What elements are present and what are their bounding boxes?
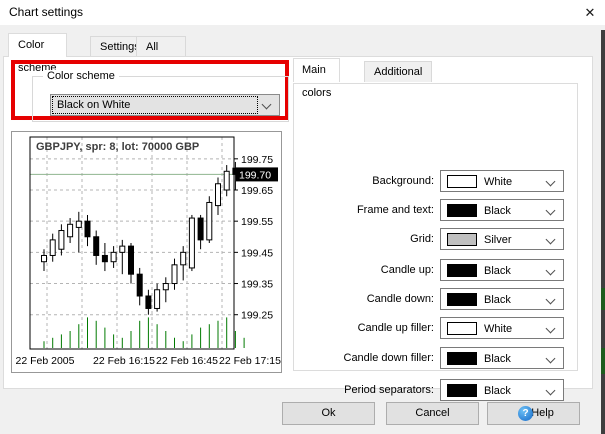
tab-main-colors[interactable]: Main colors bbox=[293, 58, 340, 82]
candle-up-filler-label: Candle up filler: bbox=[294, 317, 434, 339]
candle-down-filler-label: Candle down filler: bbox=[294, 347, 434, 369]
period-separators-label: Period separators: bbox=[294, 379, 434, 401]
candle-down-color-swatch bbox=[447, 293, 477, 306]
svg-text:22 Feb 16:15: 22 Feb 16:15 bbox=[93, 355, 155, 367]
svg-text:199.55: 199.55 bbox=[241, 216, 273, 228]
chevron-down-icon[interactable] bbox=[546, 235, 556, 245]
tab-color-scheme[interactable]: Color scheme bbox=[8, 33, 67, 57]
candle-down-filler-dropdown[interactable]: Black bbox=[440, 347, 564, 369]
svg-text:22 Feb 16:45: 22 Feb 16:45 bbox=[156, 355, 218, 367]
chevron-down-icon[interactable] bbox=[546, 295, 556, 305]
candle-up-dropdown-value: Black bbox=[484, 263, 511, 279]
candle-down-filler-color-swatch bbox=[447, 352, 477, 365]
background-window-edge bbox=[601, 30, 605, 434]
background-dropdown[interactable]: White bbox=[440, 170, 564, 192]
svg-text:199.75: 199.75 bbox=[241, 154, 273, 166]
svg-text:199.35: 199.35 bbox=[241, 279, 273, 291]
chevron-down-icon[interactable] bbox=[546, 386, 556, 396]
candle-up-filler-dropdown-value: White bbox=[484, 321, 512, 337]
chart-preview-panel: GBPJPY, spr: 8, lot: 70000 GBP 199.75 199.… bbox=[11, 131, 282, 373]
help-icon: ? bbox=[518, 406, 533, 421]
tab-all-charts[interactable]: All charts bbox=[136, 36, 186, 57]
chevron-down-icon[interactable] bbox=[546, 354, 556, 364]
chevron-down-icon[interactable] bbox=[262, 100, 272, 110]
main-colors-panel: Background: White Frame and text: Black … bbox=[293, 83, 578, 371]
svg-text:199.65: 199.65 bbox=[241, 185, 273, 197]
candle-up-color-swatch bbox=[447, 264, 477, 277]
frame-and-text-color-swatch bbox=[447, 204, 477, 217]
background-color-swatch bbox=[447, 175, 477, 188]
grid-dropdown-value: Silver bbox=[484, 232, 512, 248]
background-window-edge-mark bbox=[601, 348, 605, 374]
period-separators-dropdown[interactable]: Black bbox=[440, 379, 564, 401]
help-button-label: Help bbox=[531, 407, 554, 419]
candle-down-filler-dropdown-value: Black bbox=[484, 351, 511, 367]
chevron-down-icon[interactable] bbox=[546, 324, 556, 334]
chevron-down-icon[interactable] bbox=[546, 206, 556, 216]
frame-and-text-dropdown-value: Black bbox=[484, 203, 511, 219]
color-scheme-dropdown-value: Black on White bbox=[53, 97, 257, 113]
frame-and-text-dropdown[interactable]: Black bbox=[440, 199, 564, 221]
help-button[interactable]: ? Help bbox=[487, 402, 580, 425]
period-separators-dropdown-value: Black bbox=[484, 383, 511, 399]
svg-text:199.25: 199.25 bbox=[241, 310, 273, 322]
candle-up-filler-dropdown[interactable]: White bbox=[440, 317, 564, 339]
ok-button[interactable]: Ok bbox=[282, 402, 375, 425]
background-label: Background: bbox=[294, 170, 434, 192]
svg-text:199.70: 199.70 bbox=[239, 169, 271, 181]
svg-text:22 Feb 2005: 22 Feb 2005 bbox=[16, 355, 75, 367]
close-icon[interactable]: ✕ bbox=[578, 2, 602, 23]
chevron-down-icon[interactable] bbox=[546, 177, 556, 187]
tab-additional-colors[interactable]: Additional colors bbox=[364, 61, 432, 82]
color-scheme-tab-page: Color scheme Black on White GBPJPY, spr:… bbox=[3, 56, 593, 389]
svg-text:22 Feb 17:15: 22 Feb 17:15 bbox=[219, 355, 281, 367]
grid-dropdown[interactable]: Silver bbox=[440, 228, 564, 250]
background-window-edge-mark bbox=[601, 288, 605, 310]
candle-up-filler-color-swatch bbox=[447, 322, 477, 335]
color-scheme-group-label: Color scheme bbox=[43, 70, 119, 82]
candle-down-dropdown[interactable]: Black bbox=[440, 288, 564, 310]
background-dropdown-value: White bbox=[484, 174, 512, 190]
grid-label: Grid: bbox=[294, 228, 434, 250]
candle-up-label: Candle up: bbox=[294, 259, 434, 281]
candle-down-label: Candle down: bbox=[294, 288, 434, 310]
grid-color-swatch bbox=[447, 233, 477, 246]
window-title: Chart settings bbox=[9, 5, 83, 19]
color-scheme-dropdown[interactable]: Black on White bbox=[50, 94, 280, 116]
svg-text:GBPJPY, spr: 8, lot: 70000 GBP: GBPJPY, spr: 8, lot: 70000 GBP bbox=[36, 141, 199, 153]
chart-settings-dialog: Chart settings ✕ Color scheme Settings A… bbox=[0, 0, 605, 434]
period-separators-color-swatch bbox=[447, 384, 477, 397]
cancel-button[interactable]: Cancel bbox=[386, 402, 479, 425]
svg-text:199.45: 199.45 bbox=[241, 247, 273, 259]
preview-chart: GBPJPY, spr: 8, lot: 70000 GBP 199.75 199.… bbox=[12, 132, 281, 372]
highlight-annotation-rect: Color scheme Black on White bbox=[11, 60, 289, 120]
frame-and-text-label: Frame and text: bbox=[294, 199, 434, 221]
candle-up-dropdown[interactable]: Black bbox=[440, 259, 564, 281]
color-scheme-groupbox: Color scheme Black on White bbox=[32, 76, 289, 122]
chevron-down-icon[interactable] bbox=[546, 266, 556, 276]
titlebar: Chart settings ✕ bbox=[0, 0, 605, 25]
candle-down-dropdown-value: Black bbox=[484, 292, 511, 308]
